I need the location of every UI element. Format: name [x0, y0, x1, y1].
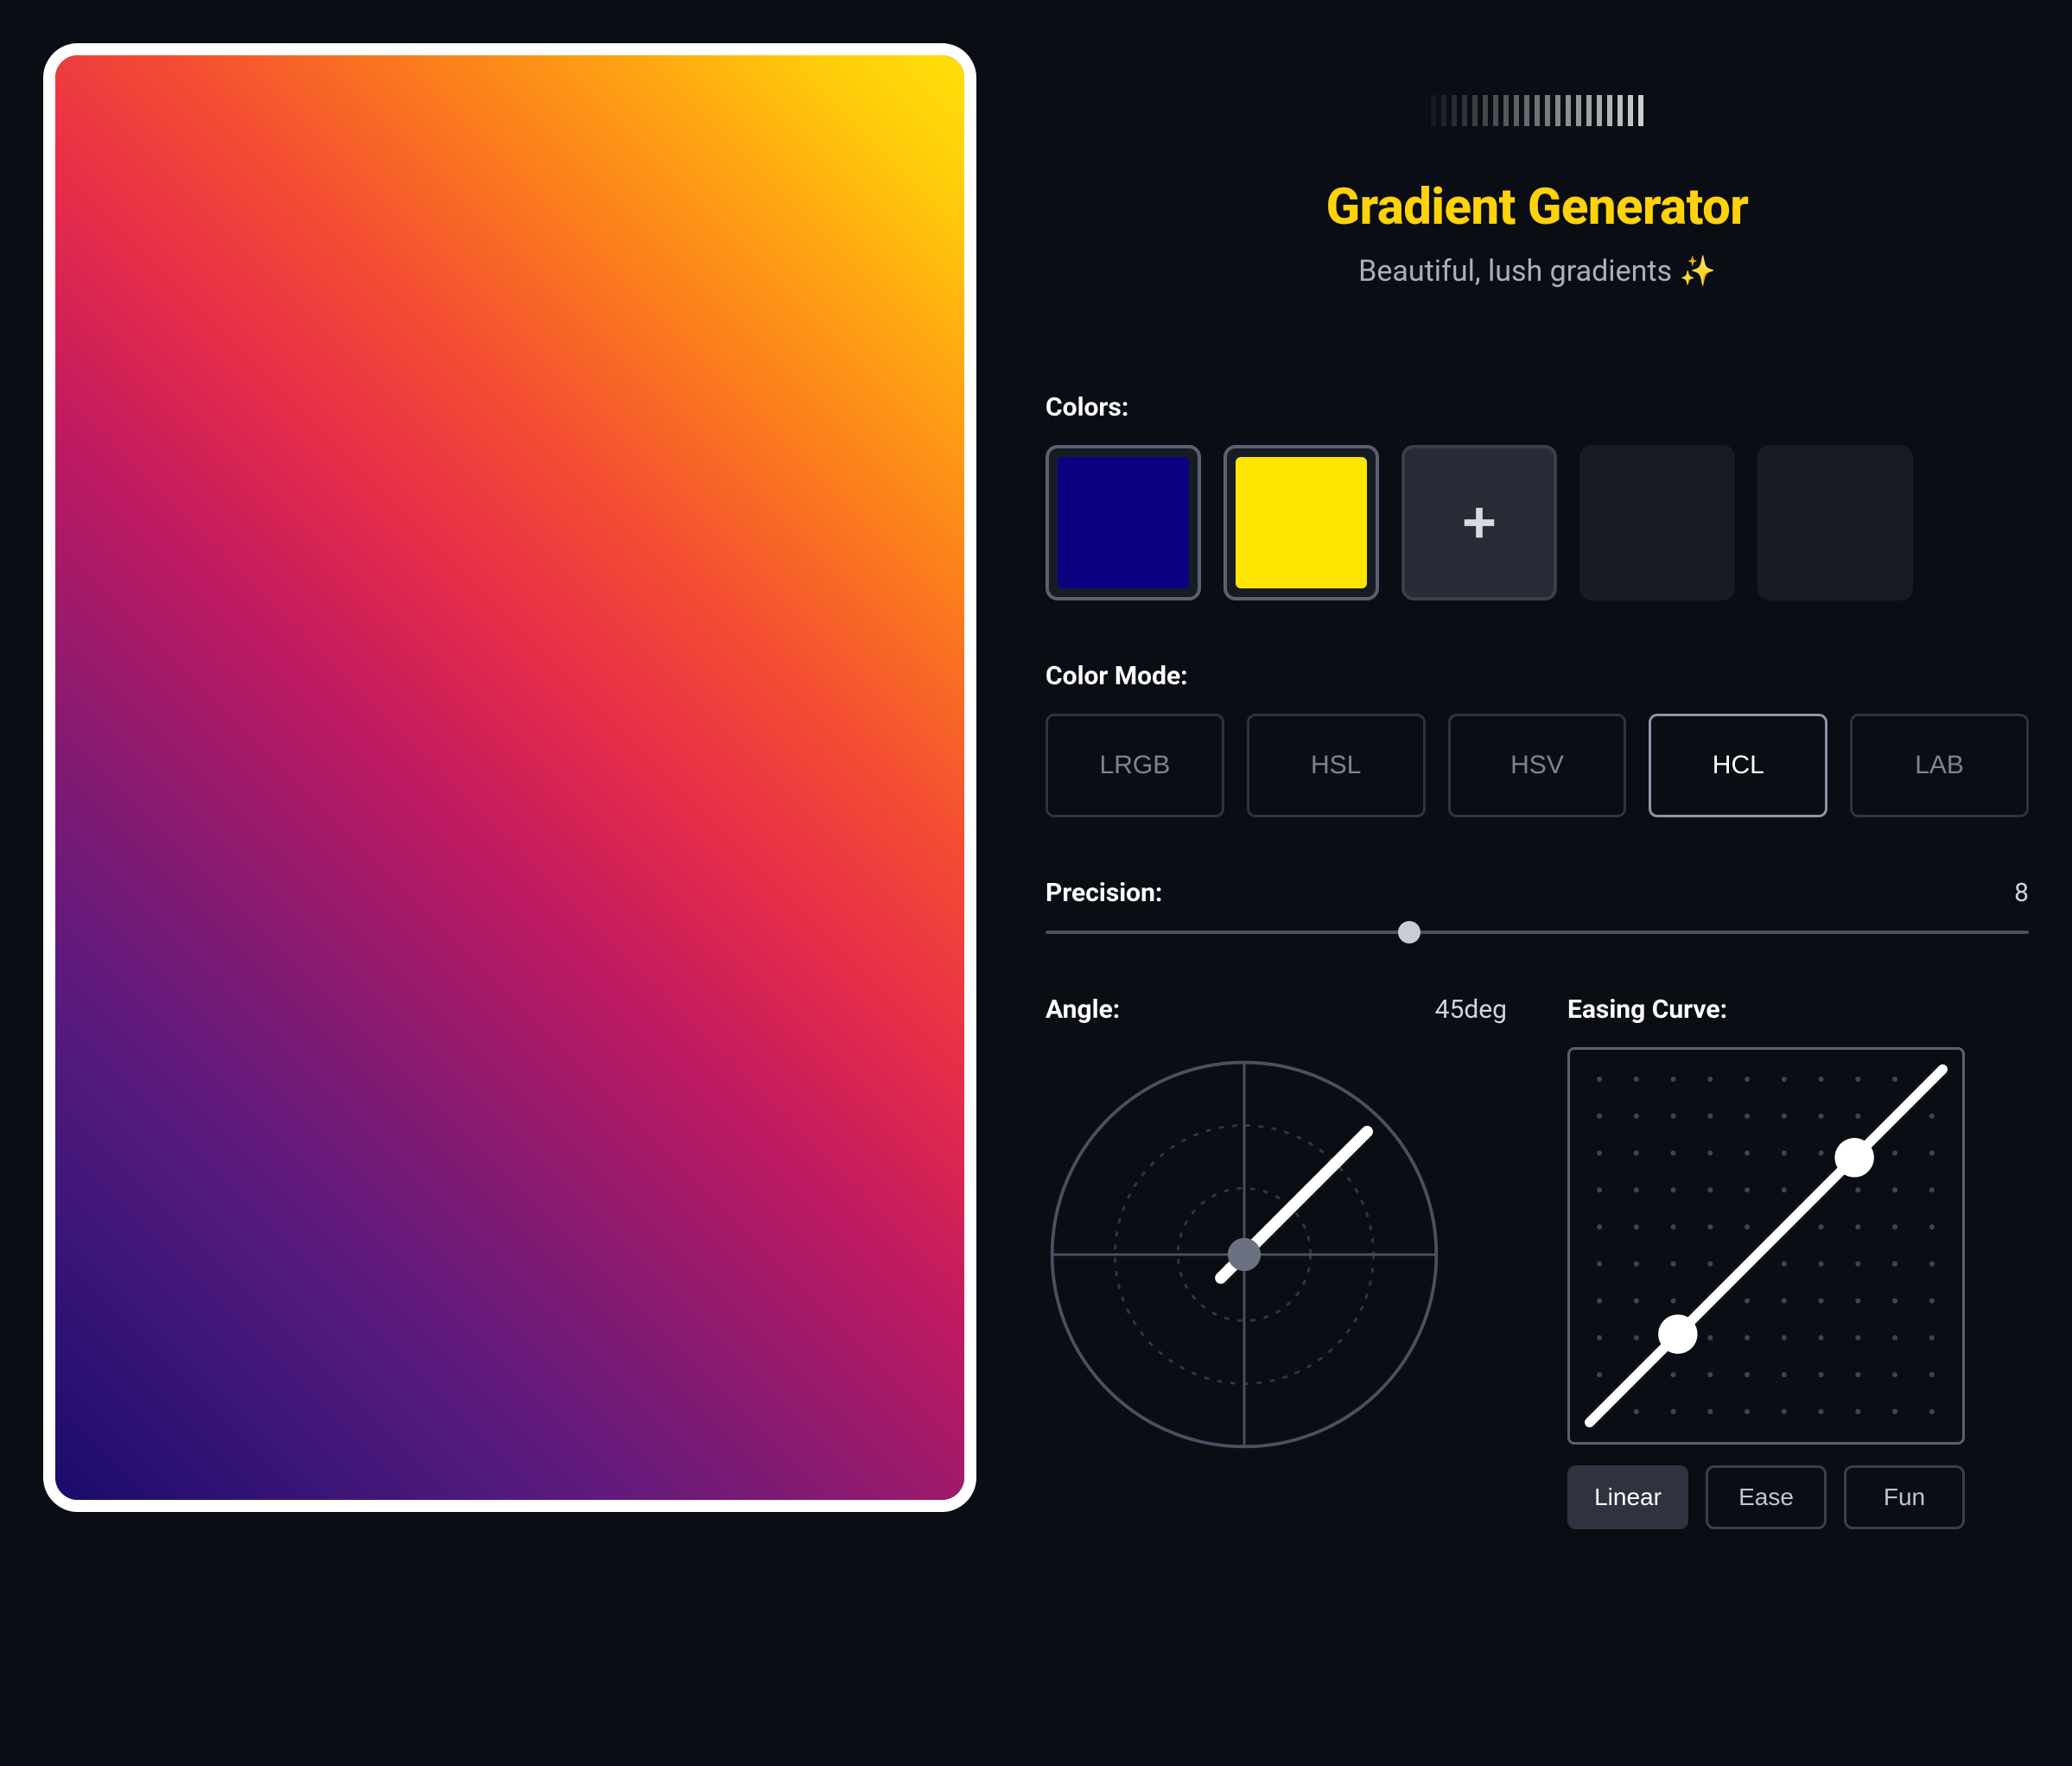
- easing-preset-fun[interactable]: Fun: [1844, 1465, 1965, 1529]
- color-mode-hsl[interactable]: HSL: [1247, 714, 1426, 817]
- color-mode-lrgb[interactable]: LRGB: [1046, 714, 1224, 817]
- page-subtitle: Beautiful, lush gradients ✨: [1046, 254, 2029, 289]
- preview-frame: [43, 43, 976, 1512]
- easing-preset-linear[interactable]: Linear: [1567, 1465, 1688, 1529]
- add-color-button[interactable]: [1401, 445, 1557, 600]
- easing-label: Easing Curve:: [1567, 994, 2029, 1025]
- color-mode-hsv[interactable]: HSV: [1448, 714, 1627, 817]
- precision-label: Precision:: [1046, 878, 1162, 908]
- tick-strip: [1046, 95, 2029, 126]
- gradient-preview: [55, 55, 964, 1500]
- precision-slider[interactable]: [1046, 931, 2029, 934]
- empty-swatch: [1757, 445, 1913, 600]
- easing-section: Easing Curve: Linear Ease Fun: [1567, 994, 2029, 1529]
- page-title: Gradient Generator: [1046, 178, 2029, 237]
- easing-presets: Linear Ease Fun: [1567, 1465, 1965, 1529]
- color-swatch-0[interactable]: [1046, 445, 1201, 600]
- empty-swatch: [1579, 445, 1735, 600]
- colors-label: Colors:: [1046, 392, 2029, 422]
- swatch-row: [1046, 445, 2029, 600]
- color-swatch-1[interactable]: [1223, 445, 1379, 600]
- precision-section: Precision: 8: [1046, 878, 2029, 934]
- preview-panel: [43, 43, 976, 1529]
- angle-label: Angle:: [1046, 994, 1120, 1025]
- easing-curve-editor[interactable]: [1567, 1047, 1965, 1445]
- angle-value: 45deg: [1435, 994, 1507, 1025]
- easing-preset-ease[interactable]: Ease: [1706, 1465, 1827, 1529]
- plus-icon: [1459, 503, 1499, 543]
- angle-dial[interactable]: [1046, 1056, 1443, 1453]
- angle-section: Angle: 45deg: [1046, 994, 1507, 1529]
- colors-section: Colors:: [1046, 392, 2029, 600]
- color-mode-lab[interactable]: LAB: [1850, 714, 2029, 817]
- header: Gradient Generator Beautiful, lush gradi…: [1046, 95, 2029, 289]
- color-mode-section: Color Mode: LRGBHSLHSVHCLLAB: [1046, 661, 2029, 817]
- color-mode-buttons: LRGBHSLHSVHCLLAB: [1046, 714, 2029, 817]
- precision-value: 8: [2014, 878, 2029, 908]
- color-mode-hcl[interactable]: HCL: [1649, 714, 1827, 817]
- color-mode-label: Color Mode:: [1046, 661, 2029, 691]
- precision-thumb[interactable]: [1398, 921, 1421, 943]
